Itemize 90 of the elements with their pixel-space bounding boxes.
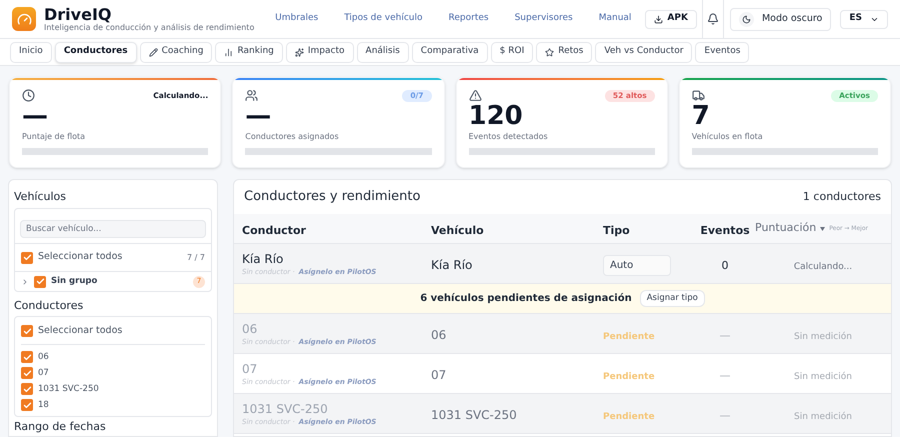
assign-type-button[interactable]: Asignar tipo: [640, 290, 705, 307]
group-label: Sin grupo: [51, 275, 98, 288]
card-value: 7: [692, 102, 711, 130]
type-select[interactable]: Auto: [603, 255, 671, 276]
driver-name: 1031 SVC-250: [242, 400, 329, 416]
checkbox-label: Seleccionar todos: [38, 324, 122, 338]
brand-name: DriveIQ: [44, 6, 112, 22]
events-count: 0: [722, 258, 728, 272]
nav-tab[interactable]: Comparativa: [412, 42, 488, 62]
moon-icon: [738, 12, 754, 26]
nav-tab[interactable]: Eventos: [695, 42, 750, 62]
card-label: Vehículos en flota: [692, 131, 764, 143]
search-field[interactable]: Buscar vehículo...: [20, 220, 206, 238]
expand-chevron-icon[interactable]: [21, 278, 29, 286]
checkbox[interactable]: [21, 325, 33, 337]
selection-count: 7 / 7: [187, 252, 205, 264]
nav-link[interactable]: Supervisores: [514, 12, 573, 26]
score-cell: Sin medición: [794, 372, 852, 382]
nav-tab[interactable]: Inicio: [10, 42, 52, 62]
section-title: Conductores: [14, 298, 84, 313]
card-label: Eventos detectados: [468, 131, 549, 143]
driver-option: 18: [38, 398, 49, 412]
panel-title: Conductores y rendimiento: [244, 188, 420, 206]
nav-tab[interactable]: Análisis: [356, 42, 409, 62]
nav-tab[interactable]: Ranking: [215, 42, 283, 62]
driver-count: 1 conductores: [802, 188, 881, 205]
events-count: —: [720, 328, 730, 342]
nav-tab[interactable]: Coaching: [140, 42, 212, 62]
driver-name: 07: [242, 360, 258, 376]
checkbox[interactable]: [21, 351, 33, 363]
driver-option: 07: [38, 366, 49, 380]
pending-status: Pendiente: [603, 372, 655, 382]
events-count: —: [720, 368, 730, 382]
score-cell: Sin medición: [794, 412, 852, 422]
nav-tab[interactable]: Retos: [536, 42, 592, 62]
column-header: Conductor: [242, 224, 306, 236]
star-icon: [545, 48, 554, 56]
nav-link[interactable]: Tipos de vehículo: [344, 12, 423, 26]
column-header: Vehículo: [431, 224, 484, 236]
bar-chart-icon: [224, 48, 234, 56]
checkbox[interactable]: [34, 276, 46, 288]
language-select[interactable]: ES: [840, 10, 888, 28]
nav-tab[interactable]: Conductores: [54, 42, 137, 62]
nav-tab[interactable]: $ ROI: [490, 42, 534, 62]
vehicle-cell: 07: [431, 368, 446, 382]
card-label: Conductores asignados: [245, 131, 340, 143]
driver-name: Kía Río: [242, 250, 284, 266]
checkbox[interactable]: [21, 383, 33, 395]
vehicle-cell: 06: [431, 328, 446, 342]
column-header: Tipo: [603, 224, 630, 236]
card-icon: [692, 89, 705, 102]
card-value: —: [22, 102, 49, 130]
apk-button[interactable]: APK: [645, 10, 697, 28]
nav-link[interactable]: Manual: [598, 12, 632, 26]
vehicle-cell: Kía Río: [431, 258, 472, 272]
column-header[interactable]: Puntuación: [755, 220, 816, 237]
logo-icon: [12, 7, 36, 31]
vehicle-cell: 1031 SVC-250: [431, 408, 517, 422]
card-icon: [22, 89, 35, 102]
score-cell: Sin medición: [794, 332, 852, 342]
brand-tagline: Inteligencia de conducción y análisis de rendimiento: [44, 22, 254, 32]
events-count: —: [720, 408, 730, 422]
pencil-icon: [148, 48, 158, 56]
checkbox[interactable]: [21, 252, 33, 264]
card-value: —: [245, 102, 272, 130]
score-cell: Calculando...: [794, 262, 852, 272]
pending-status: Pendiente: [603, 412, 655, 422]
pending-status: Pendiente: [603, 332, 655, 342]
driver-name: 06: [242, 320, 258, 336]
column-header: Eventos: [700, 224, 750, 236]
checkbox-label: Seleccionar todos: [38, 250, 124, 264]
sort-caret-icon: [820, 226, 826, 230]
driver-option: 06: [38, 350, 49, 364]
nav-link[interactable]: Reportes: [448, 12, 489, 26]
card-label: Puntaje de flota: [22, 131, 86, 143]
nav-tab[interactable]: Veh vs Conductor: [595, 42, 692, 62]
nav-tab[interactable]: Impacto: [286, 42, 354, 62]
card-icon: [245, 89, 258, 102]
checkbox[interactable]: [21, 367, 33, 379]
card-value: 120: [468, 102, 524, 130]
download-icon: [654, 14, 664, 24]
nav-link[interactable]: Umbrales: [275, 12, 318, 26]
driver-option: 1031 SVC-250: [38, 382, 99, 396]
banner-text: 6 vehículos pendientes de asignación: [420, 292, 632, 306]
checkbox[interactable]: [21, 399, 33, 411]
card-icon: [468, 89, 482, 102]
dark-mode-toggle[interactable]: Modo oscuro: [730, 8, 832, 30]
sparkle-icon: [294, 48, 304, 56]
section-title: Rango de fechas: [14, 420, 107, 434]
section-title: Vehículos: [14, 189, 68, 205]
